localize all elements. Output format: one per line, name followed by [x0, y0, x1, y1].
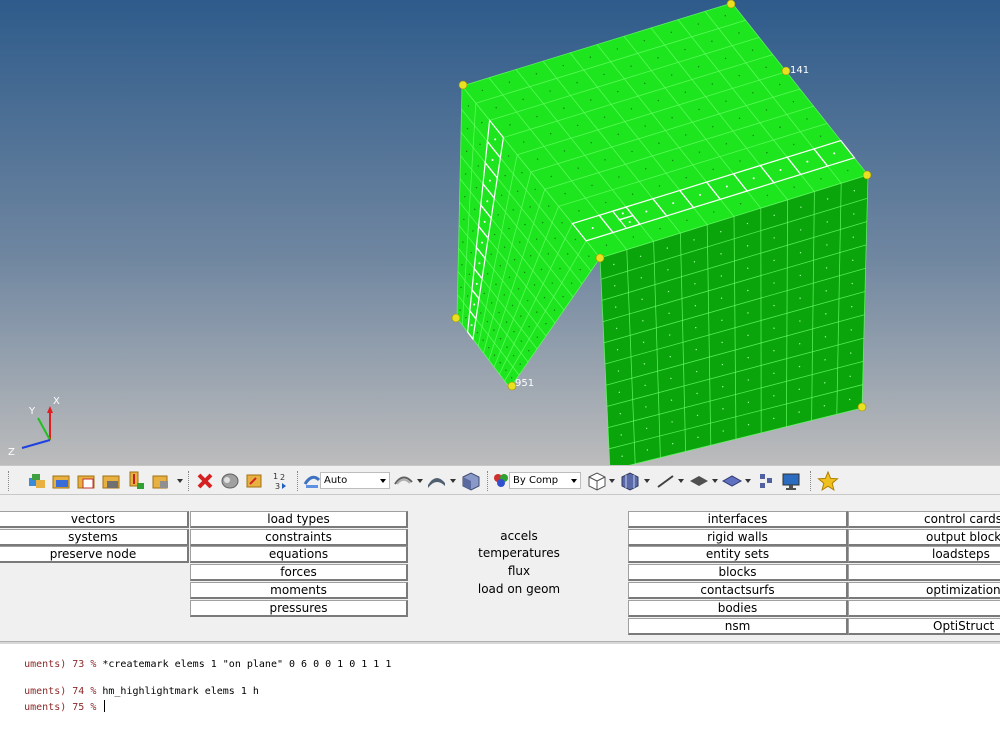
console-input-line[interactable]: uments) 75 % [0, 689, 106, 724]
panel-button-flux[interactable]: flux [410, 564, 628, 581]
node-label-141: 141 [790, 65, 809, 76]
svg-text:2: 2 [280, 473, 285, 482]
panel-button-moments[interactable]: moments [190, 582, 408, 599]
node-marker[interactable] [781, 66, 791, 76]
visualization-toolbar: 123 Auto By Comp [0, 465, 1000, 495]
plane-icon[interactable] [688, 470, 710, 492]
graphics-icon[interactable] [302, 470, 322, 492]
chevron-down-icon[interactable] [745, 479, 751, 483]
layer-icon[interactable] [721, 470, 743, 492]
panel-button-output-block[interactable]: output block [848, 529, 1000, 546]
include-icon[interactable] [76, 470, 98, 492]
svg-text:3: 3 [275, 482, 280, 491]
color-mode-dropdown[interactable]: By Comp [509, 472, 581, 489]
graphics-viewport[interactable]: 141 951 X Y Z [0, 0, 1000, 465]
monitor-icon[interactable] [780, 470, 802, 492]
panel-button-empty [848, 600, 1000, 617]
triad-y-label: Y [28, 406, 36, 417]
panel-button-temperatures[interactable]: temperatures [410, 546, 628, 563]
console-command: hm_highlightmark elems 1 h [102, 686, 259, 697]
node-marker[interactable] [451, 313, 461, 323]
box-icon[interactable] [460, 470, 482, 492]
node-marker[interactable] [857, 402, 867, 412]
node-marker[interactable] [862, 170, 872, 180]
panel-button-preserve-node[interactable]: preserve node [0, 546, 189, 563]
mesh-view-icon[interactable] [586, 470, 608, 492]
delete-icon[interactable] [195, 470, 217, 492]
panel-button-accels[interactable]: accels [410, 529, 628, 546]
component-icon[interactable] [51, 470, 73, 492]
console-command: *createmark elems 1 "on plane" 0 6 0 0 1… [102, 659, 392, 670]
chevron-down-icon[interactable] [417, 479, 423, 483]
favorite-star-icon[interactable] [817, 470, 839, 492]
node-marker[interactable] [726, 0, 736, 9]
chevron-down-icon [380, 479, 386, 483]
text-cursor [104, 700, 106, 712]
chevron-down-icon[interactable] [678, 479, 684, 483]
command-console[interactable]: uments) 73 % *createmark elems 1 "on pla… [0, 644, 1000, 731]
color-mode-value: By Comp [513, 475, 559, 486]
find-icon[interactable] [244, 470, 266, 492]
panel-button-optistruct[interactable]: OptiStruct [848, 618, 1000, 635]
toolbar-separator [810, 471, 811, 491]
panel-button-equations[interactable]: equations [190, 546, 408, 563]
panel-button-constraints[interactable]: constraints [190, 529, 408, 546]
panel-button-pressures[interactable]: pressures [190, 600, 408, 617]
panel-button-forces[interactable]: forces [190, 564, 408, 581]
chevron-down-icon[interactable] [177, 479, 183, 483]
graphics-mode-dropdown[interactable]: Auto [320, 472, 390, 489]
material-icon[interactable] [101, 470, 123, 492]
panel-button-bodies[interactable]: bodies [628, 600, 848, 617]
toolbar-separator [487, 471, 488, 491]
mask-icon[interactable] [219, 470, 241, 492]
panel-button-systems[interactable]: systems [0, 529, 189, 546]
panel-button-interfaces[interactable]: interfaces [628, 511, 848, 528]
node-marker[interactable] [595, 253, 605, 263]
shading-icon[interactable] [426, 470, 448, 492]
shaded-icon[interactable] [393, 470, 415, 492]
line-icon[interactable] [655, 470, 677, 492]
analysis-page-panel: vectors systems preserve node load types… [0, 495, 1000, 641]
chevron-down-icon[interactable] [712, 479, 718, 483]
panel-button-control-cards[interactable]: control cards [848, 511, 1000, 528]
graphics-mode-value: Auto [324, 475, 348, 486]
panel-button-loadsteps[interactable]: loadsteps [848, 546, 1000, 563]
console-prompt: uments) 75 % [24, 702, 103, 713]
load-collector-icon[interactable] [151, 470, 173, 492]
chevron-down-icon[interactable] [644, 479, 650, 483]
panel-button-load-on-geom[interactable]: load on geom [410, 582, 628, 599]
toolbar-separator [8, 471, 9, 491]
property-icon[interactable] [126, 470, 148, 492]
chevron-down-icon[interactable] [609, 479, 615, 483]
panel-button-vectors[interactable]: vectors [0, 511, 189, 528]
node-marker[interactable] [458, 80, 468, 90]
color-icon[interactable] [491, 470, 511, 492]
node-label-951: 951 [515, 378, 534, 389]
panel-button-optimization[interactable]: optimization [848, 582, 1000, 599]
toolbar-separator [188, 471, 189, 491]
panel-button-empty [848, 564, 1000, 581]
panel-button-entity-sets[interactable]: entity sets [628, 546, 848, 563]
panel-button-contactsurfs[interactable]: contactsurfs [628, 582, 848, 599]
renumber-icon[interactable]: 123 [270, 470, 292, 492]
display-icon[interactable] [756, 470, 778, 492]
chevron-down-icon [571, 479, 577, 483]
panel-button-nsm[interactable]: nsm [628, 618, 848, 635]
console-prompt: uments) 73 % [24, 659, 103, 670]
toolbar-separator [297, 471, 298, 491]
chevron-down-icon[interactable] [450, 479, 456, 483]
panel-button-blocks[interactable]: blocks [628, 564, 848, 581]
panel-button-rigid-walls[interactable]: rigid walls [628, 529, 848, 546]
element-icon[interactable] [619, 470, 641, 492]
svg-text:1: 1 [273, 472, 278, 481]
triad-z-label: Z [8, 447, 15, 458]
panel-button-load-types[interactable]: load types [190, 511, 408, 528]
assembly-icon[interactable] [26, 470, 48, 492]
triad-x-label: X [53, 396, 60, 407]
